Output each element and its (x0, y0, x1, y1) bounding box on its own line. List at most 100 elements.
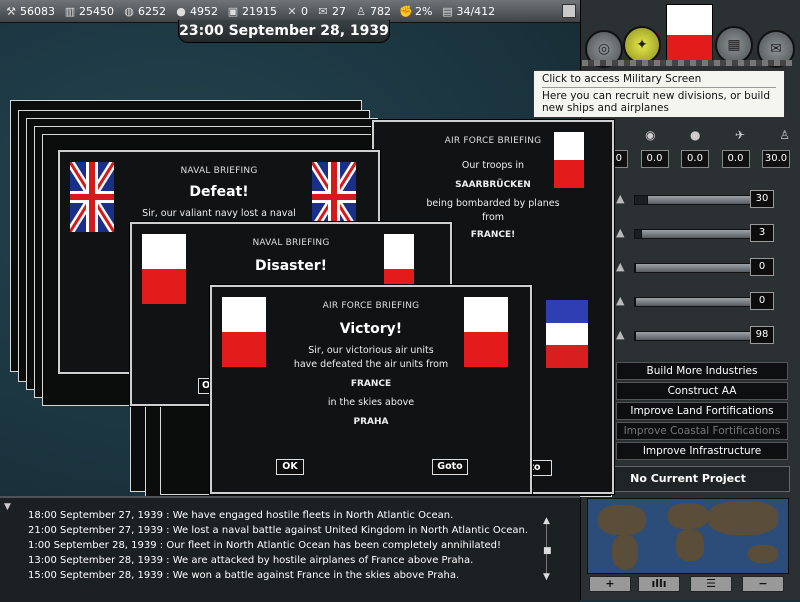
slider-track[interactable] (634, 195, 756, 205)
reinforcement-slider-icon: ▲ (616, 294, 625, 307)
ic-icon: ▤ (442, 4, 453, 18)
resource-supplies: ▣ 21915 (222, 0, 281, 22)
military-screen-tooltip: Click to access Military Screen Here you… (533, 70, 785, 118)
log-entry: 15:00 September 28, 1939 : We won a batt… (28, 570, 460, 581)
log-entry: 18:00 September 27, 1939 : We have engag… (28, 510, 454, 521)
project-button[interactable]: Improve Land Fortifications (616, 402, 788, 420)
ok-button[interactable]: OK (276, 459, 304, 475)
briefing-place: SAARBRÜCKEN (455, 180, 531, 190)
production-values: 0.0 0.0 0.0 0.0 30.0 (600, 150, 790, 168)
oil-icon: ● (689, 128, 701, 142)
energy-icon: ✈ (734, 128, 745, 142)
goto-button[interactable]: Goto (432, 459, 468, 475)
briefing-text: being bombarded by planes (426, 198, 560, 209)
resource-dissent: ✊ 2% (395, 0, 436, 22)
slider-value: 98 (750, 326, 774, 344)
resource-value: 6252 (138, 4, 166, 18)
project-button[interactable]: Construct AA (616, 382, 788, 400)
resource-value: 0 (301, 4, 308, 18)
resource-energy: ⚒ 56083 (0, 0, 59, 22)
slider-value: 0 (750, 292, 774, 310)
military-tab-icon[interactable]: ✦ (623, 26, 661, 64)
slider-fill (634, 263, 636, 273)
air-force-briefing-victory: AIR FORCE BRIEFING Victory! Sir, our vic… (210, 285, 532, 494)
upgrade-slider-icon: ▲ (616, 260, 625, 273)
map-mode-political-button[interactable]: ☰ (690, 576, 732, 592)
production-value: 0.0 (681, 150, 709, 168)
supplies-icon: ▣ (227, 4, 239, 18)
resource-transport: ✕ 0 (281, 0, 312, 22)
armor-icon: ◉ (645, 128, 656, 142)
resource-ic: ▤ 34/412 (436, 0, 499, 22)
briefing-headline: Disaster! (254, 258, 327, 274)
dissent-icon: ✊ (399, 4, 413, 18)
briefing-place: PRAHA (353, 417, 389, 427)
zoom-in-button[interactable]: + (589, 576, 631, 592)
slider-track[interactable] (634, 297, 756, 307)
scroll-thumb-icon[interactable]: ■ (543, 546, 552, 556)
slider-fill (634, 229, 642, 239)
minimap[interactable] (587, 498, 789, 574)
resource-value: 782 (370, 4, 391, 18)
project-button[interactable]: Improve Coastal Fortifications (616, 422, 788, 440)
project-button[interactable]: Improve Infrastructure (616, 442, 788, 460)
energy-icon: ⚒ (6, 4, 16, 18)
slider-fill (634, 195, 648, 205)
production-slider[interactable]: ▲ 3 (616, 224, 794, 246)
slider-track[interactable] (634, 229, 756, 239)
scroll-up-icon[interactable]: ▲ (543, 516, 550, 526)
resource-value: 4952 (190, 4, 218, 18)
slider-fill (634, 297, 636, 307)
resource-value: 21915 (242, 4, 277, 18)
production-value: 0.0 (640, 150, 669, 168)
tooltip-body: Here you can recruit new divisions, or b… (542, 90, 770, 114)
production-slider[interactable]: ▲ 0 (616, 258, 794, 280)
chain-divider (582, 60, 792, 66)
resource-manpower: ♙ 782 (350, 0, 395, 22)
scroll-down-icon[interactable]: ▼ (543, 572, 550, 582)
slider-track[interactable] (634, 263, 756, 273)
resource-value: 34/412 (456, 4, 496, 18)
slider-value: 30 (750, 190, 774, 208)
log-entry: 13:00 September 28, 1939 : We are attack… (28, 555, 474, 566)
production-value: 30.0 (762, 150, 790, 168)
transport-icon: ✕ (287, 4, 297, 18)
resource-value: 27 (332, 4, 346, 18)
nation-flag (666, 4, 713, 66)
resource-rare-materials: ◍ 6252 (118, 0, 170, 22)
slider-value: 3 (750, 224, 774, 242)
map-mode-terrain-button[interactable]: ıllı (638, 576, 680, 592)
briefing-text: Our troops in (461, 160, 525, 171)
resource-value: 56083 (20, 4, 55, 18)
resource-value: 2% (415, 4, 433, 18)
money-icon: ✉ (318, 4, 328, 18)
briefing-country: FRANCE (350, 379, 392, 389)
resource-value: 25450 (79, 4, 114, 18)
rare-materials-icon: ◍ (124, 4, 134, 18)
briefing-text: in the skies above (327, 397, 415, 408)
resource-oil: ● 4952 (170, 0, 222, 22)
resource-money: ✉ 27 (312, 0, 350, 22)
slider-value: 0 (750, 258, 774, 276)
production-tab-icon[interactable]: ▦ (715, 26, 753, 64)
game-date: 23:00 September 28, 1939 (178, 20, 390, 43)
tooltip-title: Click to access Military Screen (542, 73, 776, 88)
metal-icon: ▥ (64, 4, 76, 18)
briefing-headline: Victory! (339, 321, 403, 337)
minimize-button[interactable] (562, 4, 576, 18)
production-slider[interactable]: ▲ 0 (616, 292, 794, 314)
france-flag-icon (546, 300, 588, 369)
briefing-text: Sir, our victorious air units (308, 345, 434, 356)
zoom-out-button[interactable]: − (742, 576, 784, 592)
briefing-text: Sir, our valiant navy lost a naval (142, 208, 296, 219)
log-scrollbar[interactable]: ▲ ■ ▼ (543, 516, 557, 582)
manpower-icon: ♙ (356, 4, 366, 18)
production-slider[interactable]: ▲ 98 (616, 326, 794, 348)
log-collapse-icon[interactable]: ▼ (4, 502, 11, 512)
project-button[interactable]: Build More Industries (616, 362, 788, 380)
slider-fill (634, 331, 636, 341)
production-slider[interactable]: ▲ 30 (616, 190, 794, 212)
slider-track[interactable] (634, 331, 756, 341)
no-current-project: No Current Project (586, 466, 790, 492)
production-icons: ♟ ◉ ● ✈ ♙ (600, 128, 790, 148)
